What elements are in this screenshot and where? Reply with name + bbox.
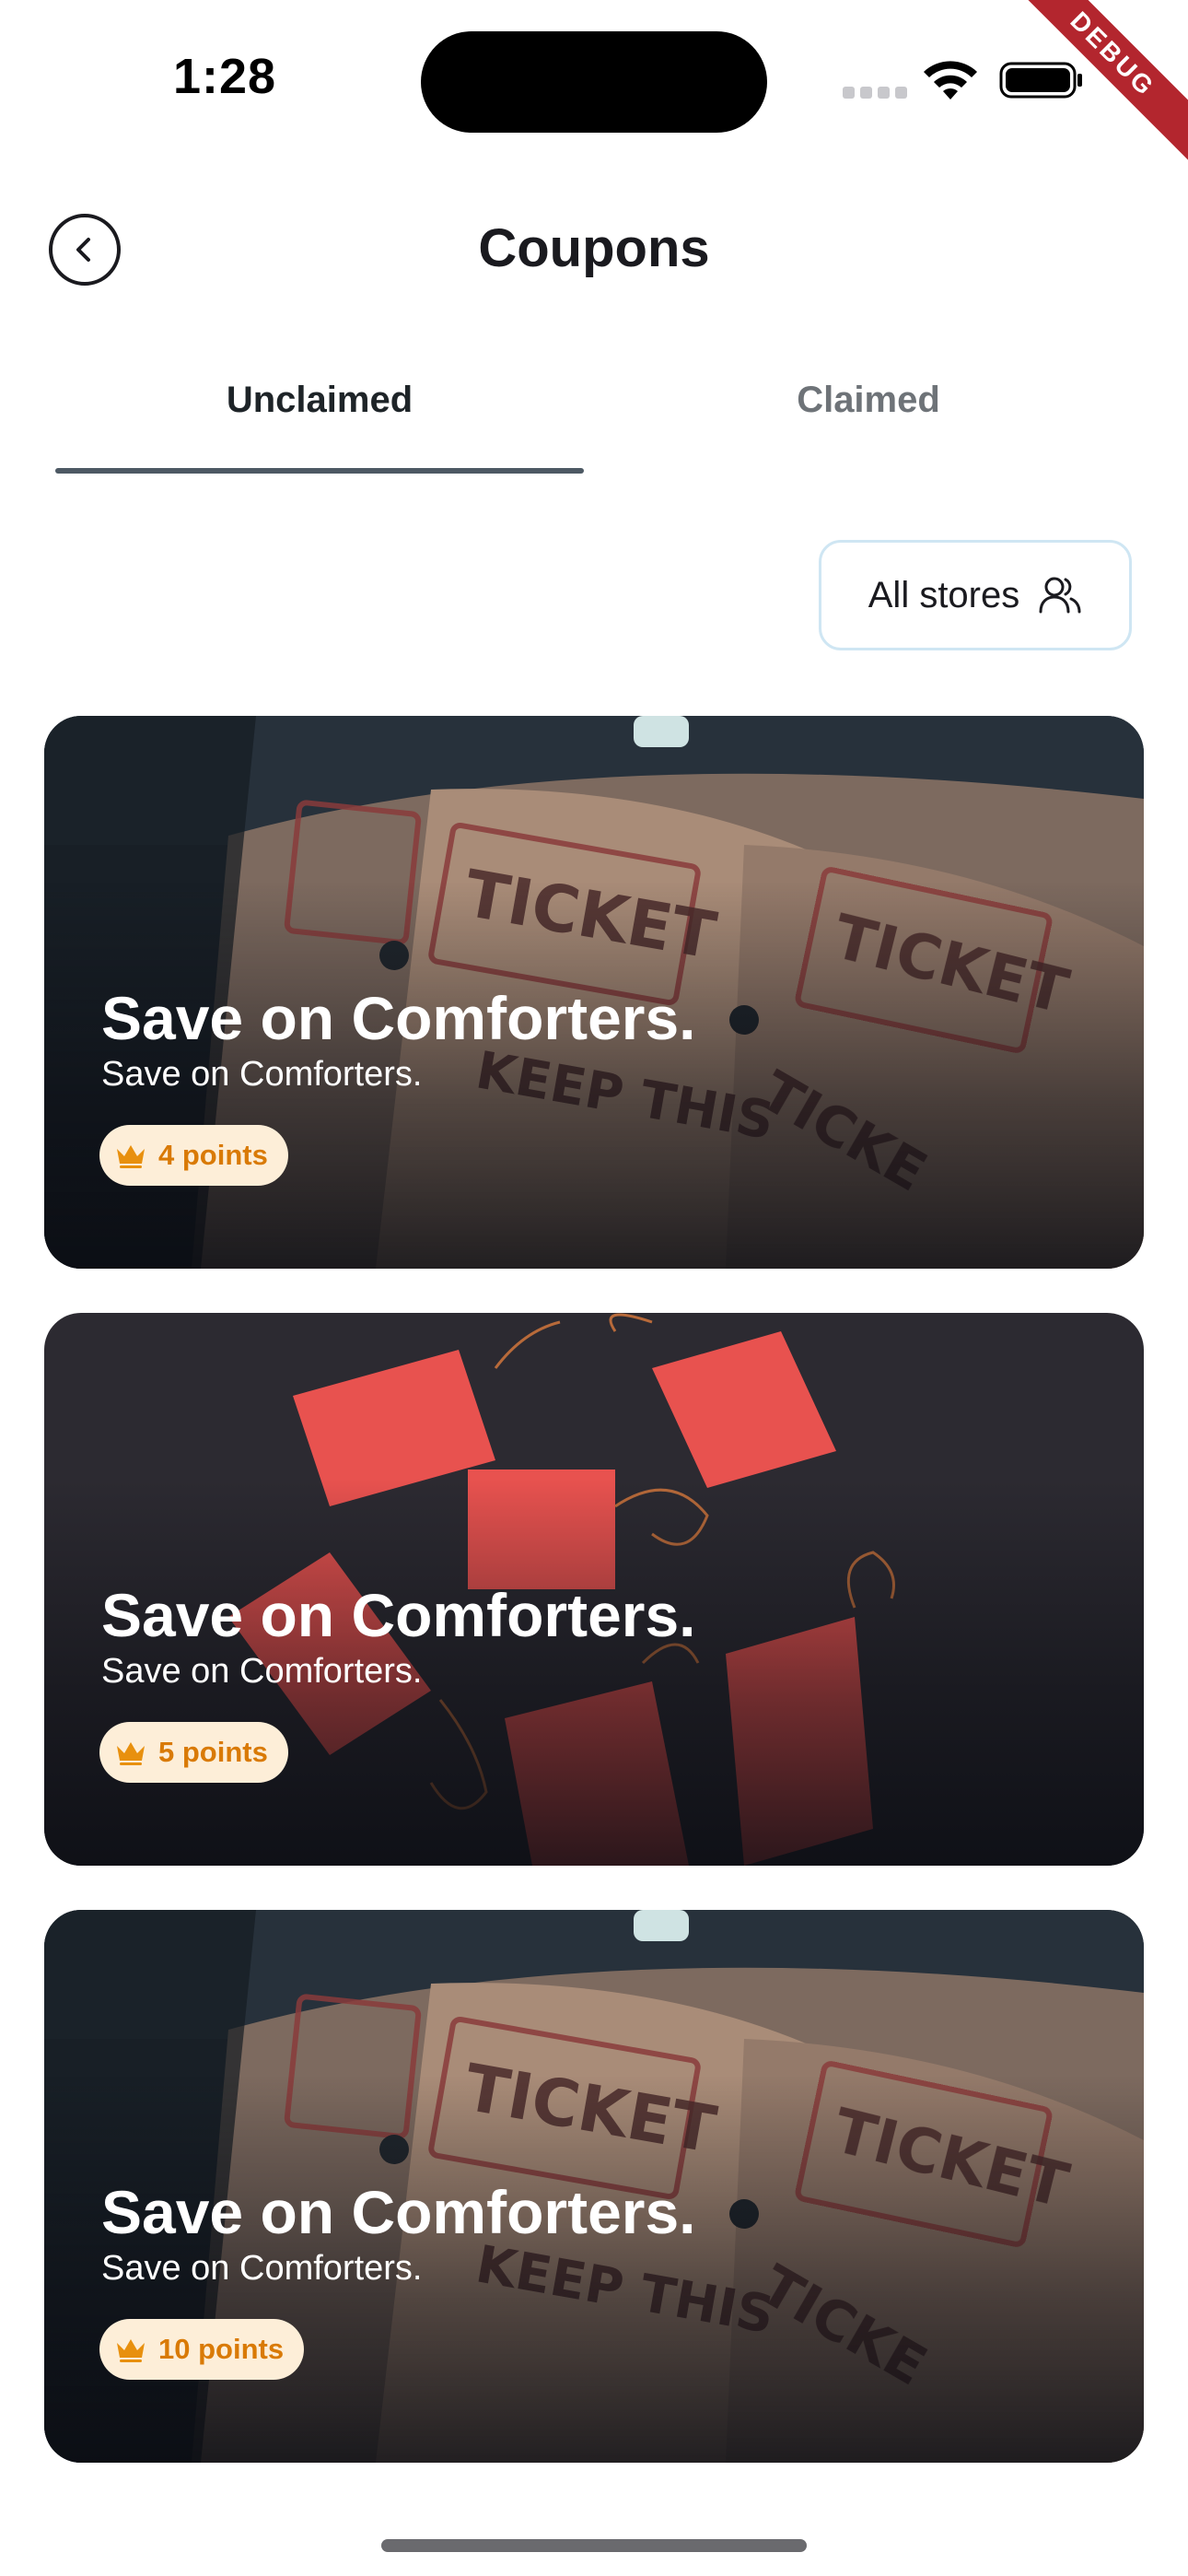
points-label: 5 points: [158, 1736, 268, 1768]
coupon-card[interactable]: Save on Comforters. Save on Comforters. …: [44, 1313, 1144, 1866]
coupon-card[interactable]: TICKET TICKET KEEP THIS TICKE Save on Co…: [44, 1910, 1144, 2463]
crown-icon: [117, 2339, 145, 2362]
status-time: 1:28: [173, 49, 277, 104]
crown-icon: [117, 1145, 145, 1168]
tab-bar: Unclaimed Claimed: [55, 369, 1151, 474]
dynamic-island: [421, 31, 767, 133]
coupon-title: Save on Comforters.: [101, 984, 696, 1052]
coupon-subtitle: Save on Comforters.: [101, 2249, 423, 2288]
coupon-title: Save on Comforters.: [101, 2178, 696, 2246]
points-badge: 10 points: [99, 2319, 305, 2380]
page-title: Coupons: [478, 218, 710, 278]
status-bar: 1:28: [0, 0, 1188, 147]
store-filter-label: All stores: [868, 574, 1020, 615]
wifi-icon: [924, 61, 977, 100]
battery-icon: [999, 62, 1082, 99]
home-indicator[interactable]: [381, 2539, 807, 2552]
points-badge: 5 points: [99, 1722, 288, 1783]
store-filter-button[interactable]: All stores: [819, 540, 1132, 650]
coupon-card[interactable]: TICKET TICKET KEEP THIS TICKE Save on Co…: [44, 716, 1144, 1269]
points-label: 4 points: [158, 1139, 268, 1171]
users-icon: [1039, 577, 1081, 614]
coupon-subtitle: Save on Comforters.: [101, 1055, 423, 1094]
tab-claimed[interactable]: Claimed: [604, 369, 1133, 474]
coupon-subtitle: Save on Comforters.: [101, 1652, 423, 1691]
tab-unclaimed[interactable]: Unclaimed: [55, 369, 584, 474]
coupon-title: Save on Comforters.: [101, 1581, 696, 1649]
points-badge: 4 points: [99, 1125, 288, 1186]
active-tab-indicator: [55, 468, 584, 474]
cellular-signal-icon: [843, 87, 907, 99]
crown-icon: [117, 1742, 145, 1765]
points-label: 10 points: [158, 2333, 285, 2365]
